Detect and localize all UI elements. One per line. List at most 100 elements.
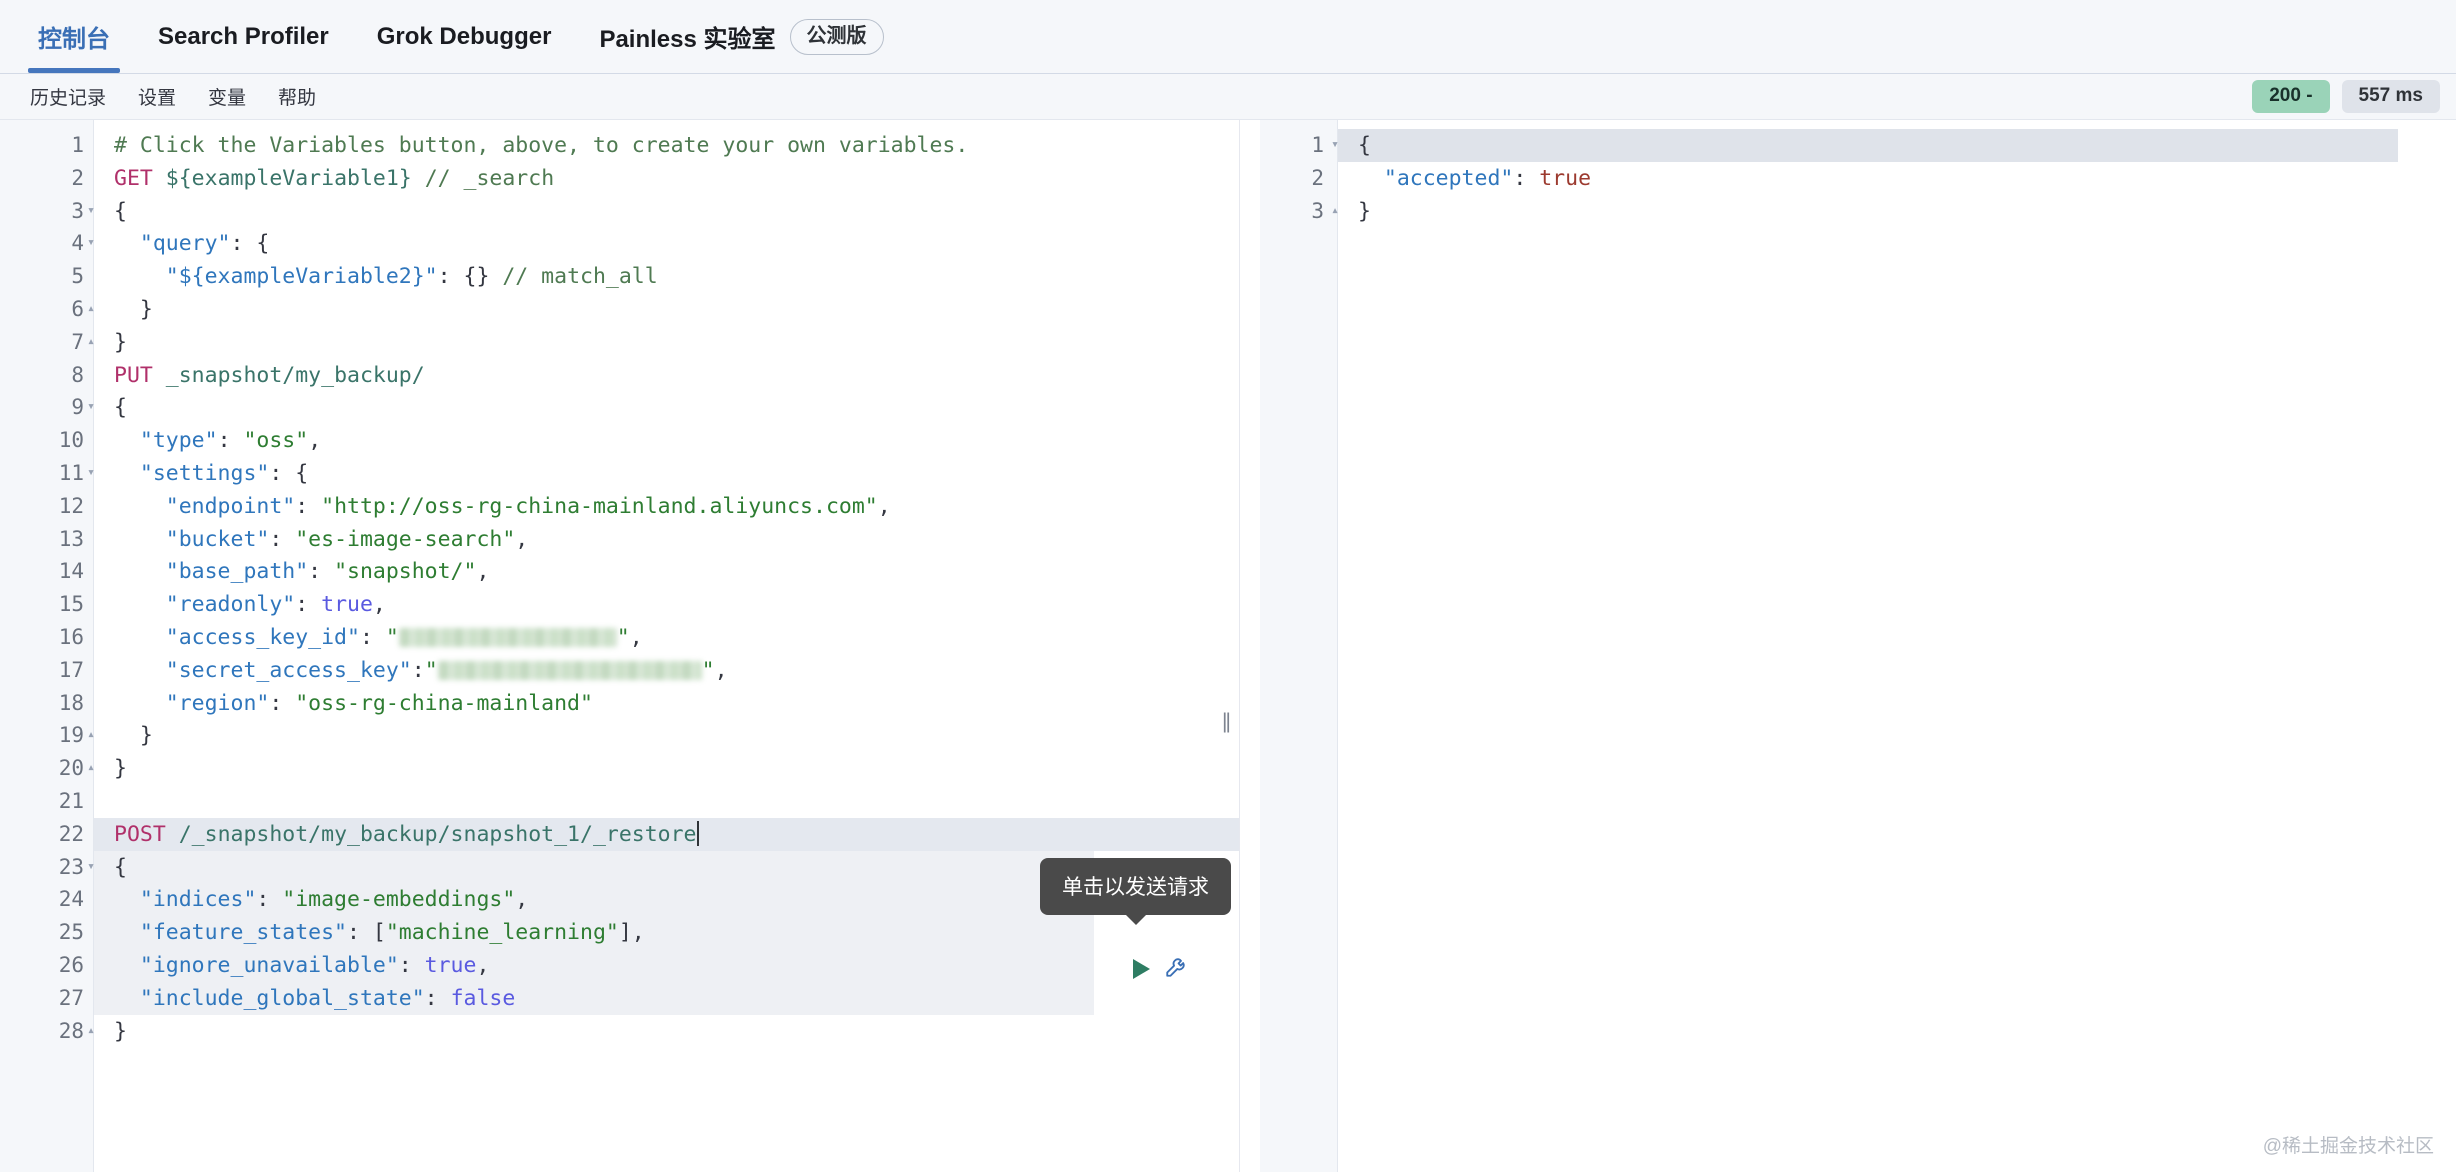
code-text: "region": "oss-rg-china-mainland" — [94, 688, 593, 721]
code-token: "feature_states" — [140, 920, 347, 945]
status-badge-code: 200 - — [2252, 80, 2329, 113]
code-token: , — [476, 953, 489, 978]
code-token — [114, 887, 140, 912]
line-number: 3▴ — [1240, 195, 1338, 228]
code-line[interactable]: 5 "${exampleVariable2}": {} // match_all — [0, 260, 1239, 293]
code-line[interactable]: 15 "readonly": true, — [0, 588, 1239, 621]
request-pane[interactable]: 1# Click the Variables button, above, to… — [0, 120, 1240, 1172]
code-line[interactable]: 28▴} — [0, 1015, 1239, 1048]
code-token: _snapshot/my_backup/ — [166, 363, 425, 388]
fold-toggle-icon[interactable]: ▾ — [81, 457, 95, 490]
fold-toggle-icon[interactable]: ▴ — [81, 326, 95, 359]
fold-toggle-icon[interactable]: ▴ — [81, 293, 95, 326]
code-token: "bucket" — [166, 527, 270, 552]
code-line[interactable]: 7▴} — [0, 326, 1239, 359]
code-line[interactable]: 3▴} — [1240, 195, 2456, 228]
code-token — [114, 920, 140, 945]
code-line[interactable]: 9▾{ — [0, 391, 1239, 424]
code-line[interactable]: 10 "type": "oss", — [0, 424, 1239, 457]
code-token: { — [1358, 133, 1371, 158]
line-number: 9▾ — [0, 391, 94, 424]
code-token: "snapshot/" — [334, 559, 476, 584]
code-token: "${exampleVariable2}" — [166, 264, 438, 289]
code-token: : — [425, 986, 451, 1011]
code-token: "query" — [140, 231, 231, 256]
code-token: POST — [114, 822, 166, 847]
fold-toggle-icon[interactable]: ▾ — [81, 851, 95, 884]
code-token — [114, 592, 166, 617]
send-request-tooltip: 单击以发送请求 — [1040, 858, 1231, 915]
tab-console[interactable]: 控制台 — [14, 0, 134, 73]
code-text: } — [94, 327, 127, 360]
fold-toggle-icon[interactable]: ▾ — [1325, 129, 1339, 162]
code-line[interactable]: 22POST /_snapshot/my_backup/snapshot_1/_… — [0, 818, 1239, 851]
request-editor[interactable]: 1# Click the Variables button, above, to… — [0, 120, 1239, 1172]
code-line[interactable]: 14 "base_path": "snapshot/", — [0, 555, 1239, 588]
toolbar-item-help[interactable]: 帮助 — [262, 83, 332, 110]
code-line[interactable]: 18 "region": "oss-rg-china-mainland" — [0, 687, 1239, 720]
code-line[interactable]: 6▴ } — [0, 293, 1239, 326]
fold-toggle-icon[interactable]: ▴ — [81, 1015, 95, 1048]
code-line[interactable]: 21 — [0, 785, 1239, 818]
code-token: : [ — [347, 920, 386, 945]
code-text: GET ${exampleVariable1} // _search — [94, 163, 554, 196]
code-line[interactable]: 20▴} — [0, 752, 1239, 785]
code-line[interactable]: 4▾ "query": { — [0, 227, 1239, 260]
tab-grok-debugger[interactable]: Grok Debugger — [353, 0, 576, 73]
line-number: 1▾ — [1240, 129, 1338, 162]
response-pane[interactable]: 1▾ {2 "accepted": true3▴} — [1240, 120, 2456, 1172]
toolbar-item-history[interactable]: 历史记录 — [14, 83, 122, 110]
code-token: "oss-rg-china-mainland" — [295, 691, 593, 716]
code-token: , — [308, 428, 321, 453]
fold-toggle-icon[interactable]: ▾ — [81, 195, 95, 228]
code-line[interactable]: 17 "secret_access_key":"", — [0, 654, 1239, 687]
code-line[interactable]: 2GET ${exampleVariable1} // _search — [0, 162, 1239, 195]
code-token: "region" — [166, 691, 270, 716]
code-line[interactable]: 1# Click the Variables button, above, to… — [0, 129, 1239, 162]
line-number: 7▴ — [0, 326, 94, 359]
fold-toggle-icon[interactable]: ▴ — [1325, 195, 1339, 228]
code-token: "oss" — [243, 428, 308, 453]
code-token — [114, 625, 166, 650]
code-token: , — [878, 494, 891, 519]
code-token — [114, 953, 140, 978]
code-line[interactable]: 16 "access_key_id": "", — [0, 621, 1239, 654]
code-token: # Click the Variables button, above, to … — [114, 133, 968, 158]
line-number: 21 — [0, 785, 94, 818]
code-line[interactable]: 19▴ } — [0, 719, 1239, 752]
code-line[interactable]: 1▾ { — [1240, 129, 2456, 162]
code-token — [1358, 166, 1384, 191]
fold-toggle-icon[interactable]: ▾ — [81, 227, 95, 260]
code-line[interactable]: 11▾ "settings": { — [0, 457, 1239, 490]
tab-painless-lab[interactable]: Painless 实验室 公测版 — [575, 0, 907, 73]
code-line[interactable]: 25 "feature_states": ["machine_learning"… — [0, 916, 1239, 949]
code-line[interactable]: 13 "bucket": "es-image-search", — [0, 523, 1239, 556]
pane-splitter-handle[interactable]: || — [1222, 710, 1240, 734]
code-text: } — [94, 720, 153, 753]
tab-grok-debugger-label: Grok Debugger — [377, 23, 552, 51]
code-token: { — [114, 855, 127, 880]
fold-toggle-icon[interactable]: ▴ — [81, 752, 95, 785]
code-line[interactable]: 12 "endpoint": "http://oss-rg-china-main… — [0, 490, 1239, 523]
code-line[interactable]: 27 "include_global_state": false — [0, 982, 1239, 1015]
code-line[interactable]: 3▾{ — [0, 195, 1239, 228]
code-token: /_snapshot/my_backup/snapshot_1/_restore — [179, 822, 697, 847]
toolbar-item-settings[interactable]: 设置 — [122, 83, 192, 110]
code-token: "settings" — [140, 461, 269, 486]
code-token — [114, 428, 140, 453]
code-token: : — [308, 559, 334, 584]
code-line[interactable]: 2 "accepted": true — [1240, 162, 2456, 195]
toolbar-item-variables[interactable]: 变量 — [192, 83, 262, 110]
line-number: 11▾ — [0, 457, 94, 490]
fold-toggle-icon[interactable]: ▾ — [81, 391, 95, 424]
code-line[interactable]: 26 "ignore_unavailable": true, — [0, 949, 1239, 982]
tab-search-profiler[interactable]: Search Profiler — [134, 0, 353, 73]
code-token — [114, 559, 166, 584]
play-triangle-icon[interactable] — [1133, 959, 1150, 979]
top-navigation-bar: 控制台 Search Profiler Grok Debugger Painle… — [0, 0, 2456, 74]
code-line[interactable]: 8PUT _snapshot/my_backup/ — [0, 359, 1239, 392]
code-token: , — [515, 527, 528, 552]
code-token: "image-embeddings" — [282, 887, 515, 912]
fold-toggle-icon[interactable]: ▴ — [81, 719, 95, 752]
wrench-icon[interactable] — [1164, 953, 1190, 984]
